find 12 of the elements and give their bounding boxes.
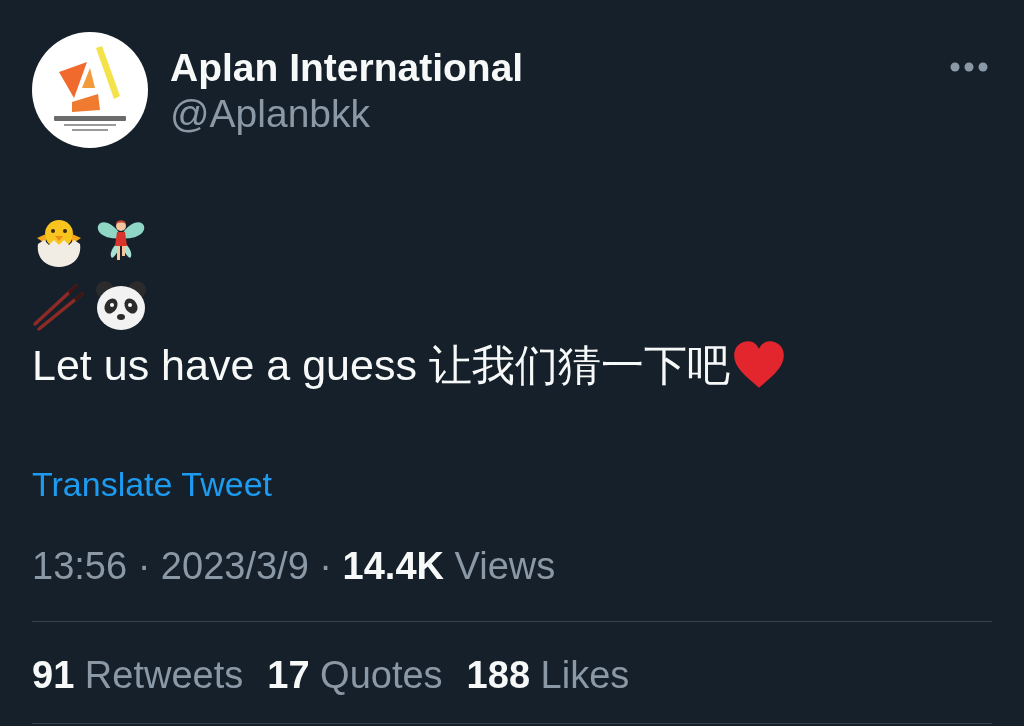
author-name[interactable]: Aplan International	[170, 45, 524, 91]
tweet-timestamp-views: 13:56 · 2023/3/9 · 14.4K Views	[32, 545, 556, 587]
engagement-count[interactable]: 91 Retweets	[32, 652, 244, 698]
tweet-text: Let us have a guess 让我们猜一下吧	[32, 340, 730, 390]
engagement-count[interactable]: 17 Quotes	[267, 652, 443, 698]
translate-link[interactable]: Translate Tweet	[32, 465, 272, 503]
panda-icon	[94, 278, 148, 332]
more-options-icon[interactable]	[950, 62, 988, 72]
engagement-count[interactable]: 188 Likes	[466, 652, 630, 698]
heart-icon	[731, 340, 786, 390]
avatar-logo[interactable]	[32, 32, 148, 148]
author-handle[interactable]: @Aplanbkk	[170, 91, 524, 137]
